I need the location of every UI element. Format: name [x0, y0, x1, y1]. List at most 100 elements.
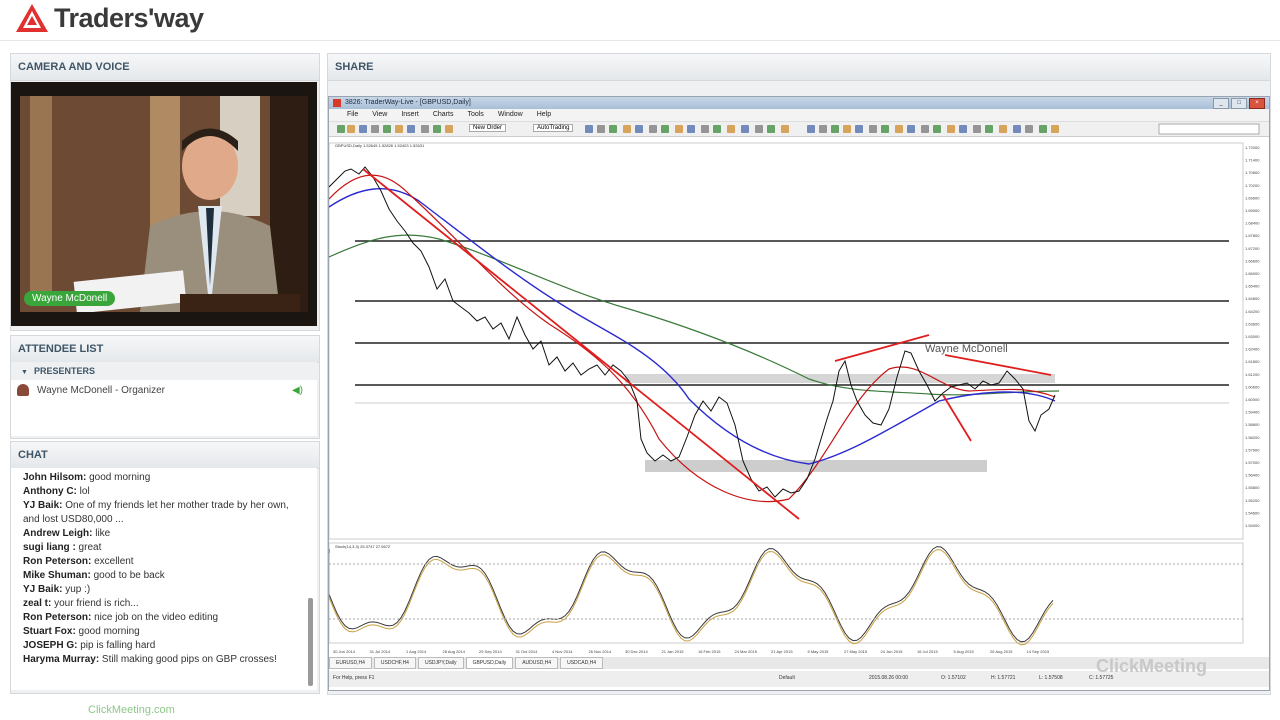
toolbar-icon	[1051, 125, 1059, 133]
chat-message: sugi liang : great	[23, 542, 102, 553]
date-axis-tick-label: 31 Oct 2014	[516, 649, 539, 654]
status-datetime: 2015.08.26 00:00	[869, 675, 908, 681]
menu-charts[interactable]: Charts	[433, 109, 454, 121]
date-axis-tick-label: 16 Jul 2015	[917, 649, 938, 654]
toolbar-icon	[433, 125, 441, 133]
date-axis-tick-label: 26 Aug 2015	[990, 649, 1013, 654]
maximize-icon[interactable]: □	[1231, 98, 1247, 109]
menu-insert[interactable]: Insert	[401, 109, 419, 121]
collapse-arrow-icon: ▼	[21, 369, 28, 376]
price-chart-area[interactable]: GBPUSD,Daily 1.52645 1.52826 1.52403 1.5…	[328, 139, 1260, 654]
menu-window[interactable]: Window	[498, 109, 523, 121]
presenters-group-header[interactable]: ▼ PRESENTERS	[11, 362, 317, 380]
logo-triangle-icon	[16, 4, 48, 32]
date-axis-tick-label: 4 Nov 2014	[552, 649, 573, 654]
toolbar-icon	[687, 125, 695, 133]
footer-link[interactable]: ClickMeeting.com	[88, 704, 175, 716]
price-line	[328, 166, 1056, 498]
close-icon[interactable]: ×	[1249, 98, 1265, 109]
presenters-group-label: PRESENTERS	[33, 366, 95, 376]
toolbar-icon	[767, 125, 775, 133]
camera-feed: Wayne McDonell	[11, 82, 317, 326]
status-help: For Help, press F1	[333, 675, 375, 681]
toolbar-icon	[831, 125, 839, 133]
moving-average-red	[328, 174, 1056, 503]
chat-message: Ron Peterson: nice job on the video edit…	[23, 612, 219, 623]
brand-name: Traders'way	[54, 2, 204, 33]
toolbar-icon	[895, 125, 903, 133]
minimize-icon[interactable]: _	[1213, 98, 1229, 109]
status-high: H: 1.57721	[991, 675, 1016, 681]
date-axis-tick-label: 1 Aug 2014	[406, 649, 427, 654]
tab-usdcad[interactable]: USDCAD,H4	[560, 657, 603, 669]
metatrader-window: 3826: TraderWay-Live - [GBPUSD,Daily] _ …	[328, 96, 1270, 691]
toolbar-search-box	[1158, 123, 1260, 135]
chart-overlay-text: Wayne McDonell	[925, 343, 1008, 355]
menu-help[interactable]: Help	[537, 109, 551, 121]
toolbar-icon	[347, 125, 355, 133]
date-axis-tick-label: 21 Apr 2015	[771, 649, 793, 654]
tab-gbpusd[interactable]: GBPUSD,Daily	[465, 657, 514, 669]
chat-scrollbar[interactable]	[308, 598, 313, 686]
top-bar: Traders'way	[0, 0, 1280, 41]
stochastic-main-line	[328, 546, 1054, 643]
camera-panel-title: CAMERA AND VOICE	[11, 54, 319, 81]
date-axis-tick-label: 26 Nov 2014	[589, 649, 612, 654]
toolbar-icon	[947, 125, 955, 133]
tab-usdjpy[interactable]: USDJPY,Daily	[417, 657, 464, 669]
toolbar-icon	[807, 125, 815, 133]
camera-video: Wayne McDonell	[20, 96, 308, 312]
attendee-row[interactable]: Wayne McDonell - Organizer ◀)	[11, 380, 317, 402]
toolbar-icon	[371, 125, 379, 133]
tab-usdchf[interactable]: USDCHF,H4	[373, 657, 416, 669]
user-icon	[17, 384, 29, 397]
date-axis-tick-label: 28 Aug 2014	[443, 649, 466, 654]
price-axis-tick-label: 1.72000	[1245, 145, 1260, 150]
tab-eurusd[interactable]: EURUSD,H4	[329, 657, 372, 669]
toolbar-icon	[907, 125, 915, 133]
price-axis-tick-label: 1.60000	[1245, 397, 1260, 402]
oscillator-plot-frame	[328, 542, 1244, 644]
new-order-button[interactable]: New Order	[469, 124, 507, 132]
price-axis-tick-label: 1.62400	[1245, 347, 1260, 352]
toolbar-icon	[445, 125, 453, 133]
price-axis-tick-label: 1.59400	[1245, 410, 1260, 415]
price-axis-tick-label: 1.61200	[1245, 372, 1260, 377]
toolbar-icon	[407, 125, 415, 133]
toolbar-icon	[609, 125, 617, 133]
tab-audusd[interactable]: AUDUSD,H4	[515, 657, 559, 669]
date-axis-tick-label: 21 Jan 2015	[662, 649, 685, 654]
price-axis-tick-label: 1.54000	[1245, 523, 1260, 528]
mt4-toolbar: New Order AutoTrading	[329, 122, 1269, 137]
toolbar-icon	[999, 125, 1007, 133]
price-axis-tick-label: 1.58800	[1245, 422, 1260, 427]
price-axis-tick-label: 1.69600	[1245, 195, 1260, 200]
menu-view[interactable]: View	[372, 109, 387, 121]
price-axis-tick-label: 1.70200	[1245, 183, 1260, 188]
chat-message: John Hilsom: good morning	[23, 472, 151, 483]
toolbar-icon	[359, 125, 367, 133]
autotrading-button[interactable]: AutoTrading	[533, 124, 574, 132]
toolbar-icon	[421, 125, 429, 133]
price-axis-tick-label: 1.68400	[1245, 221, 1260, 226]
support-zone	[625, 374, 1055, 383]
date-axis-tick-label: 30 Dec 2014	[625, 649, 648, 654]
toolbar-icon	[395, 125, 403, 133]
date-axis-tick-label: 27 May 2015	[844, 649, 868, 654]
date-axis-tick-label: 5 Aug 2015	[954, 649, 975, 654]
toolbar-icon	[819, 125, 827, 133]
chat-message: Ron Peterson: excellent	[23, 556, 134, 567]
brand-logo: Traders'way	[14, 2, 204, 34]
menu-file[interactable]: File	[347, 109, 358, 121]
price-plot-frame	[328, 142, 1244, 540]
chat-message: Andrew Leigh: like	[23, 528, 111, 539]
price-axis-tick-label: 1.63600	[1245, 321, 1260, 326]
chat-message: YJ Baik: yup :)	[23, 584, 91, 595]
price-axis-tick-label: 1.70800	[1245, 170, 1260, 175]
toolbar-icon	[649, 125, 657, 133]
toolbar-icon	[597, 125, 605, 133]
chat-message: Anthony C: lol	[23, 486, 90, 497]
speaker-icon[interactable]: ◀)	[292, 380, 303, 402]
menu-tools[interactable]: Tools	[467, 109, 483, 121]
toolbar-icon	[585, 125, 593, 133]
